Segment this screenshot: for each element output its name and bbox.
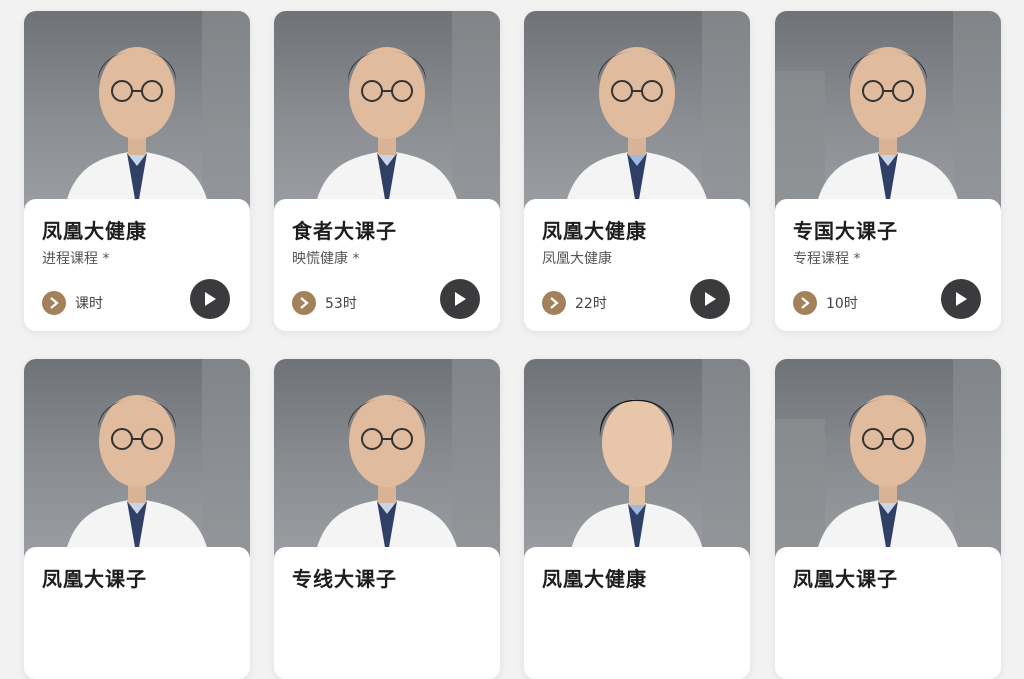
card-info: 凤凰大健康 进程课程 * 课时 [24,199,250,331]
course-subtitle: 凤凰大健康 [542,251,612,267]
course-card[interactable]: 凤凰大课子 [775,359,1001,679]
duration-label: 53时 [325,296,357,312]
course-card[interactable]: 食者大课子 映慌健康 * 53时 [274,11,500,331]
course-subtitle: 进程课程 * [42,251,110,267]
chevron-right-icon [292,291,316,315]
card-info: 专线大课子 [274,547,500,679]
chevron-right-icon [542,291,566,315]
chevron-right-icon [793,291,817,315]
course-card[interactable]: 凤凰大健康 进程课程 * 课时 [24,11,250,331]
doctor-photo [274,11,500,211]
duration-label: 10时 [826,296,858,312]
card-info: 凤凰大健康 凤凰大健康 22时 [524,199,750,331]
card-info: 凤凰大课子 [775,547,1001,679]
play-button[interactable] [690,279,730,319]
course-title: 凤凰大健康 [42,219,147,243]
course-duration: 10时 [793,291,858,315]
course-duration: 53时 [292,291,357,315]
doctor-photo [24,359,250,559]
course-duration: 22时 [542,291,607,315]
play-icon [705,292,716,306]
course-card[interactable]: 凤凰大课子 [24,359,250,679]
course-duration: 课时 [42,291,103,315]
course-card[interactable]: 专线大课子 [274,359,500,679]
play-icon [956,292,967,306]
course-subtitle: 映慌健康 * [292,251,360,267]
play-button[interactable] [440,279,480,319]
course-title: 凤凰大健康 [542,219,647,243]
doctor-photo [524,11,750,211]
course-title: 食者大课子 [292,219,397,243]
doctor-photo [24,11,250,211]
course-grid: 凤凰大健康 进程课程 * 课时 食者大课子 映慌健康 * 53时 凤凰大健康 凤… [0,0,1024,679]
course-title: 专国大课子 [793,219,898,243]
doctor-photo [274,359,500,559]
play-icon [455,292,466,306]
play-icon [205,292,216,306]
play-button[interactable] [941,279,981,319]
course-card[interactable]: 专国大课子 专程课程 * 10时 [775,11,1001,331]
card-info: 凤凰大健康 [524,547,750,679]
course-title: 凤凰大健康 [542,567,647,591]
course-title: 专线大课子 [292,567,397,591]
duration-label: 课时 [75,296,103,312]
card-info: 食者大课子 映慌健康 * 53时 [274,199,500,331]
doctor-photo [524,359,750,559]
course-title: 凤凰大课子 [793,567,898,591]
doctor-photo [775,359,1001,559]
course-card[interactable]: 凤凰大健康 [524,359,750,679]
course-title: 凤凰大课子 [42,567,147,591]
chevron-right-icon [42,291,66,315]
card-info: 专国大课子 专程课程 * 10时 [775,199,1001,331]
play-button[interactable] [190,279,230,319]
card-info: 凤凰大课子 [24,547,250,679]
doctor-photo [775,11,1001,211]
duration-label: 22时 [575,296,607,312]
course-card[interactable]: 凤凰大健康 凤凰大健康 22时 [524,11,750,331]
course-subtitle: 专程课程 * [793,251,861,267]
